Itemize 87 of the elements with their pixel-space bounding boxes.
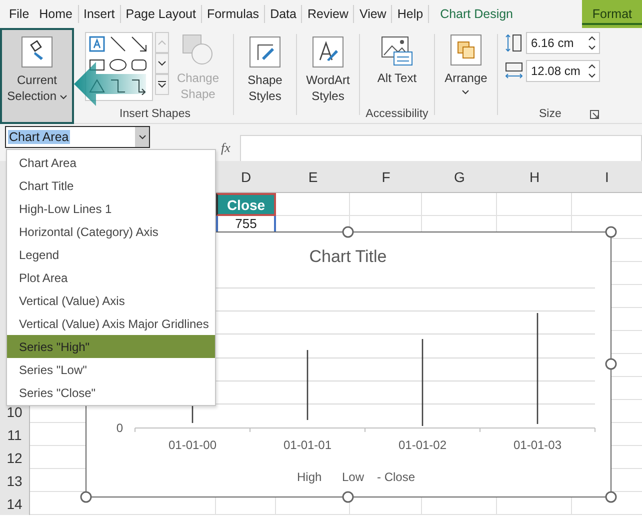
resize-handle[interactable] [342,226,354,238]
caret-icon [138,134,146,140]
axis-tick-label: 01-01-00 [168,438,217,452]
ribbon-tab[interactable]: Insert [78,5,121,23]
brush-icon [249,36,281,68]
arrange-icon [450,34,482,66]
menu-item[interactable]: Chart Title [7,174,215,197]
wordart-styles-button[interactable]: WordArt Styles [302,32,354,106]
width-field[interactable]: 12.08 cm [526,60,600,82]
shapes-icon [182,34,214,66]
arrow-icon [130,35,148,53]
high-low-line[interactable] [192,404,194,423]
ribbon-tab[interactable]: Page Layout [120,5,202,23]
column-header[interactable]: I [572,161,642,193]
ribbon-tab[interactable]: Formulas [202,5,266,23]
high-low-line[interactable] [422,339,424,426]
menu-item[interactable]: Vertical (Value) Axis [7,289,215,312]
menu-item[interactable]: Horizontal (Category) Axis [7,220,215,243]
shape-width-icon [505,62,523,80]
ribbon-tab[interactable]: Format [582,0,642,28]
chart-title[interactable]: Chart Title [309,247,387,266]
shape-height-icon [505,34,523,52]
resize-handle[interactable] [342,491,354,503]
axis-tick-label: 0 [116,421,123,435]
spinner-icon [588,63,596,79]
column-header[interactable]: H [497,161,572,193]
caret-icon [158,40,166,45]
format-selection-icon [21,36,53,68]
legend-label: High [297,470,322,484]
menu-item[interactable]: Series "High" [7,335,215,358]
axis-tick-label: 01-01-03 [513,438,562,452]
axis-tick-label: 01-01-02 [398,438,447,452]
resize-handle[interactable] [605,226,617,238]
row-header[interactable]: 11 [0,423,30,446]
row-header[interactable]: 14 [0,492,30,515]
scroll-down-button[interactable] [155,53,169,74]
menu-item[interactable]: Vertical (Value) Axis Major Gridlines [7,312,215,335]
ribbon-tab[interactable]: Help [392,5,430,23]
image-icon [381,34,413,66]
shape-styles-button[interactable]: Shape Styles [239,32,291,106]
row-header[interactable]: 13 [0,469,30,492]
insert-function-button[interactable]: fx [221,140,230,156]
caret-icon [462,90,470,95]
more-icon [158,81,166,88]
height-field[interactable]: 6.16 cm [526,32,600,54]
text-box-icon [88,35,106,53]
high-low-line[interactable] [536,313,538,424]
legend-label: - Close [377,470,416,484]
high-low-line[interactable] [306,350,308,420]
arrange-button[interactable]: Arrange [442,32,490,97]
ribbon-tab[interactable]: Data [265,5,302,23]
group-label: Size [539,108,562,120]
dialog-launcher-icon[interactable] [590,110,599,119]
pointer-arrow [74,62,146,106]
column-header[interactable]: E [276,161,350,193]
group-label: Insert Shapes [120,108,190,120]
legend-label: Low [342,470,364,484]
oval-icon [109,56,127,74]
menu-item[interactable]: High-Low Lines 1 [7,197,215,220]
caret-icon [60,95,67,100]
line-icon [109,35,127,53]
resize-handle[interactable] [605,491,617,503]
alt-text-button[interactable]: Alt Text [375,32,419,88]
formula-input[interactable] [240,135,642,162]
spinner-icon [588,35,596,51]
ribbon-tab[interactable]: Review [302,5,354,23]
current-selection-button[interactable]: Current Selection [0,28,74,124]
menu-item[interactable]: Chart Area [7,151,215,174]
axis-tick-label: 01-01-01 [283,438,332,452]
ribbon-tab[interactable]: File [4,0,34,28]
resize-handle[interactable] [605,358,617,370]
ribbon-tab[interactable]: Home [34,5,78,23]
column-header[interactable]: G [422,161,497,193]
caret-icon [158,61,166,66]
row-header[interactable]: 12 [0,446,30,469]
group-label: Accessibility [366,108,428,120]
name-box[interactable]: Chart Area [5,126,150,148]
menu-item[interactable]: Series "Low" [7,358,215,381]
header-cell: Close [216,193,276,216]
menu-item[interactable]: Legend [7,243,215,266]
column-header[interactable]: F [350,161,422,193]
resize-handle[interactable] [80,491,92,503]
ribbon-tab[interactable]: Chart Design [435,0,518,28]
wordart-icon [312,36,344,68]
ribbon-tab[interactable]: View [354,5,392,23]
more-button[interactable] [155,74,169,95]
menu-item[interactable]: Plot Area [7,266,215,289]
